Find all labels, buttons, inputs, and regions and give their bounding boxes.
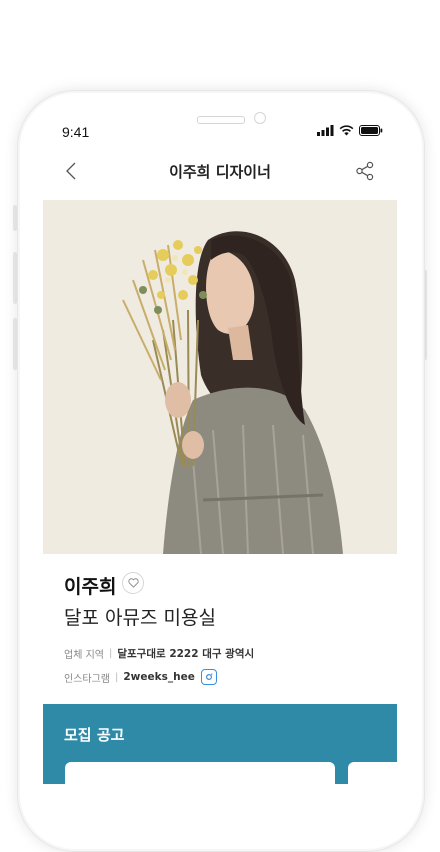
designer-photo	[43, 200, 397, 554]
recruit-section: 모집 공고	[43, 704, 418, 802]
share-icon[interactable]	[355, 161, 375, 181]
wifi-icon	[339, 125, 354, 136]
location-label: 업체 지역	[64, 650, 104, 661]
status-time: 9:41	[62, 124, 90, 140]
heart-icon	[127, 578, 139, 588]
divider: |	[115, 671, 119, 683]
like-button[interactable]	[122, 572, 144, 594]
phone-speaker	[197, 116, 245, 124]
instagram-handle[interactable]: 2weeks_hee	[123, 671, 194, 683]
status-icons	[317, 125, 383, 136]
location-row: 업체 지역 | 달포구대로 2222 대구 광역시	[64, 646, 254, 661]
instagram-row: 인스타그램 | 2weeks_hee	[64, 669, 217, 685]
location-value: 달포구대로 2222 대구 광역시	[117, 648, 255, 660]
designer-name: 이주희	[64, 576, 117, 598]
signal-icon	[317, 125, 334, 136]
job-card[interactable]	[348, 762, 418, 802]
portrait-illustration	[43, 200, 397, 554]
phone-camera	[254, 112, 266, 124]
instagram-icon[interactable]	[200, 669, 217, 685]
job-card[interactable]	[65, 762, 335, 802]
recruit-title: 모집 공고	[64, 726, 125, 744]
battery-icon	[359, 125, 383, 136]
divider: |	[108, 648, 113, 659]
shop-name: 달포 아뮤즈 미용실	[64, 607, 216, 629]
instagram-label: 인스타그램	[64, 673, 110, 685]
